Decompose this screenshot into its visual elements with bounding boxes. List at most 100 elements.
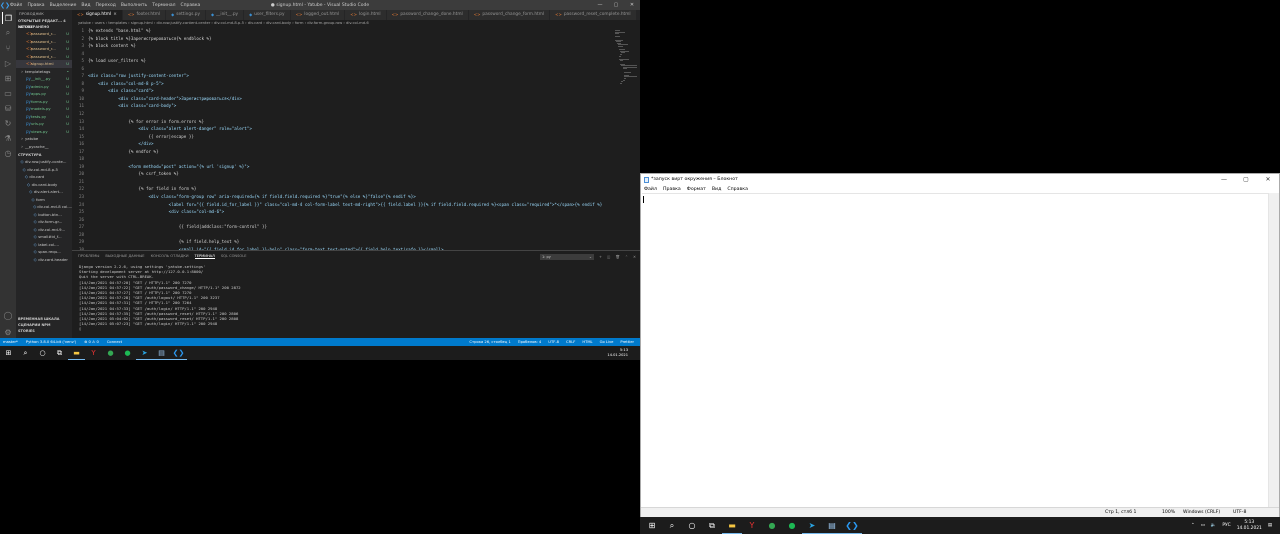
status-item[interactable]: master* [3,340,18,344]
status-item[interactable]: Prettier [620,340,634,344]
file-tree-item[interactable]: py apps.py U [16,90,72,98]
file-tree-item[interactable]: <> password_r... U [16,53,72,61]
maximize-icon[interactable]: ▢ [1235,176,1257,183]
menu-item[interactable]: Правка [27,3,44,8]
file-tree-item[interactable]: <> signup.html U [16,60,72,68]
outline-item[interactable]: ◇ form [16,196,72,204]
status-item[interactable]: HTML [582,340,592,344]
menu-item[interactable]: Вид [712,187,722,192]
file-tree-item[interactable]: py models.py U [16,105,72,113]
status-item[interactable]: Пробелов: 4 [518,340,541,344]
file-tree-item[interactable]: › __pycache__ [16,143,72,151]
file-tree-item[interactable]: py views.py U [16,128,72,136]
yandex-browser-icon[interactable]: Y [742,517,762,534]
editor-tab[interactable]: <> password_change_done.html [386,10,469,20]
taskbar-clock[interactable]: 5:13 14.01.2021 [1237,520,1262,531]
file-tree-item[interactable]: <> password_r... U [16,30,72,38]
source-control-icon[interactable]: ⑂ [2,42,14,54]
windows-start-icon[interactable]: ⊞ [0,346,17,360]
status-item[interactable]: Python 3.8.0 64-bit ('venv') [26,340,76,344]
outline-item[interactable]: ◇ div.alert.alert... [16,188,72,196]
kill-terminal-icon[interactable]: 🗑 [615,255,620,259]
history-icon[interactable]: ◷ [2,147,14,159]
outline-item[interactable]: ◇ div.row.justify-conte... [16,158,72,166]
outline-item[interactable]: ◇ div.card [16,173,72,181]
file-tree-item[interactable]: › yatube [16,135,72,143]
search-icon[interactable]: ⌕ [2,27,14,39]
status-item[interactable]: ⊗ 0 ⚠ 0 [84,340,99,344]
panel-tab[interactable]: ТЕРМИНАЛ [194,254,215,259]
spotify-icon[interactable]: ● [119,346,136,360]
editor-tab[interactable]: ◆ settings.py [166,10,206,20]
sidebar-section[interactable]: STORIES [16,328,72,334]
file-tree-item[interactable]: py admin.py U [16,83,72,91]
minimize-icon[interactable]: — [592,2,608,8]
menu-item[interactable]: Формат [687,187,706,192]
notepad-text-area[interactable] [642,193,1268,509]
yandex-browser-icon[interactable]: Y [85,346,102,360]
editor-tab[interactable]: <> password_change_form.html [468,10,551,20]
status-item[interactable]: Go Live [600,340,614,344]
minimap[interactable] [612,27,640,250]
input-language[interactable]: РУС [1222,523,1230,528]
file-tree-item[interactable]: › templatetags • [16,68,72,76]
outline-item[interactable]: ◇ div.card-header [16,256,72,264]
windows-start-icon[interactable]: ⊞ [642,517,662,534]
editor-tab[interactable]: <> signup.html × [72,10,123,20]
menu-item[interactable]: Правка [663,187,681,192]
run-debug-icon[interactable]: ▷ [2,57,14,69]
outline-item[interactable]: ◇ div.col-md-8 col-... [16,203,72,211]
add-terminal-icon[interactable]: + [599,255,602,259]
remote-explorer-icon[interactable]: ▭ [2,87,14,99]
status-item[interactable]: CRLF [566,340,575,344]
status-item[interactable]: Connect [107,340,122,344]
file-tree-item[interactable]: py __init__.py U [16,75,72,83]
menu-item[interactable]: Вид [81,3,90,8]
chrome-icon[interactable]: ● [102,346,119,360]
maximize-icon[interactable]: ▢ [608,2,624,8]
panel-tab[interactable]: КОНСОЛЬ ОТЛАДКИ [151,254,189,259]
status-item[interactable]: UTF-8 [548,340,559,344]
outline-item[interactable]: ◇ div.col-md-9... [16,226,72,234]
panel-tab[interactable]: ПРОБЛЕМЫ [78,254,99,259]
terminal-output[interactable]: Django version 2.2.6, using settings 'ya… [72,262,640,331]
live-share-icon[interactable]: ↻ [2,117,14,129]
file-tree-item[interactable]: <> password_r... U [16,38,72,46]
minimize-icon[interactable]: — [1213,176,1235,183]
chevron-up-icon[interactable]: ⌃ [1191,523,1195,528]
file-explorer-icon[interactable]: ▬ [722,517,742,534]
breadcrumb[interactable]: yatube › users › templates › signup.html… [72,20,640,27]
search-icon[interactable]: ⌕ [662,517,682,534]
menu-item[interactable]: Выполнить [121,3,147,8]
close-icon[interactable]: ✕ [624,2,640,8]
file-explorer-icon[interactable]: ▬ [68,346,85,360]
menu-item[interactable]: Терминал [152,3,175,8]
file-tree-item[interactable]: py urls.py U [16,120,72,128]
telegram-icon[interactable]: ➤ [136,346,153,360]
outline-item[interactable]: ◇ span.requ... [16,248,72,256]
status-item[interactable]: Строка 26, столбец 1 [469,340,510,344]
menu-item[interactable]: Справка [727,187,748,192]
database-icon[interactable]: ⛁ [2,102,14,114]
outline-item[interactable]: ◇ small#id_f... [16,233,72,241]
outline-item[interactable]: ◇ button.btn... [16,211,72,219]
spotify-icon[interactable]: ● [782,517,802,534]
panel-tab[interactable]: SQL CONSOLE [221,254,247,259]
notepad-icon[interactable]: ▤ [822,517,842,534]
outline-item[interactable]: ◇ label.col-... [16,241,72,249]
chrome-icon[interactable]: ● [762,517,782,534]
cortana-icon[interactable]: ○ [682,517,702,534]
task-view-icon[interactable]: ⧉ [51,346,68,360]
file-tree-item[interactable]: py forms.py U [16,98,72,106]
vscode-icon[interactable]: ❮❯ [170,346,187,360]
editor-tab[interactable]: ◆ user_filters.py [244,10,291,20]
file-tree-item[interactable]: <> password_r... U [16,45,72,53]
task-view-icon[interactable]: ⧉ [702,517,722,534]
editor-tab[interactable]: <> login.html [345,10,387,20]
close-panel-icon[interactable]: ✕ [633,255,636,259]
vertical-scrollbar[interactable] [1268,193,1279,509]
close-tab-icon[interactable]: × [113,10,117,20]
split-terminal-icon[interactable]: ◫ [607,255,610,259]
editor-tab[interactable]: <> logged_out.html [290,10,346,20]
network-icon[interactable]: ▭ [1201,523,1205,528]
